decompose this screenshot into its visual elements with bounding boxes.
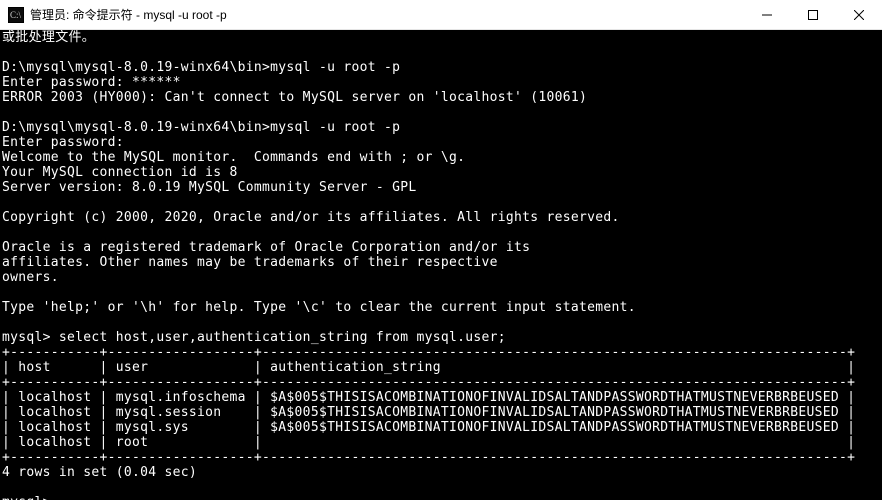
cmd-icon: C:\ (8, 7, 24, 23)
svg-text:C:\: C:\ (10, 10, 22, 20)
window-titlebar: C:\ 管理员: 命令提示符 - mysql -u root -p (0, 0, 882, 30)
window-title: 管理员: 命令提示符 - mysql -u root -p (30, 6, 744, 23)
terminal-output[interactable]: 或批处理文件。 D:\mysql\mysql-8.0.19-winx64\bin… (0, 30, 882, 500)
close-button[interactable] (836, 0, 882, 29)
window-controls (744, 0, 882, 29)
minimize-button[interactable] (744, 0, 790, 29)
maximize-button[interactable] (790, 0, 836, 29)
